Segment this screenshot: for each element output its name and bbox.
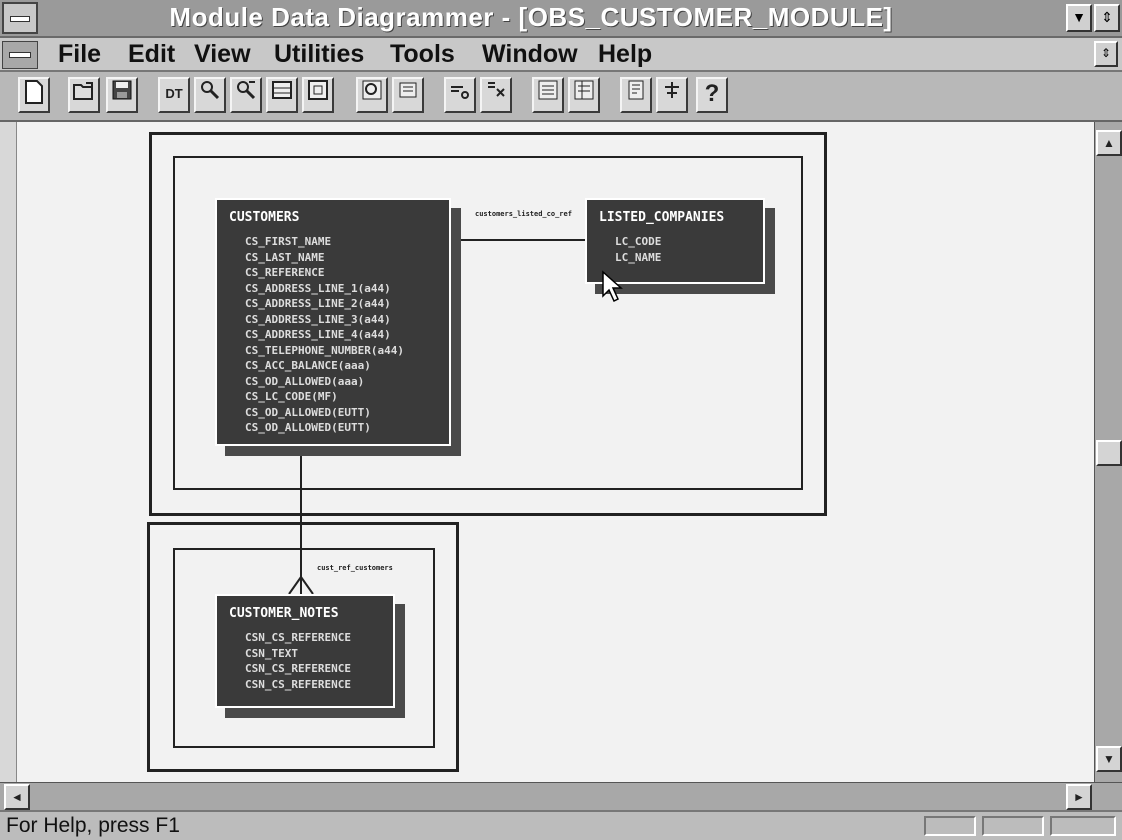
menu-help[interactable]: Help: [598, 40, 652, 69]
entity-column: CSN_TEXT: [245, 646, 298, 660]
entity-column: CS_LAST_NAME: [245, 250, 325, 264]
scroll-right-button[interactable]: ►: [1066, 784, 1092, 810]
properties-icon[interactable]: [620, 77, 652, 113]
entity-column: CS_ADDRESS_LINE_1(a44): [245, 281, 391, 295]
scroll-down-button[interactable]: ▼: [1096, 746, 1122, 772]
title-bar: Module Data Diagrammer - [OBS_CUSTOMER_M…: [0, 0, 1122, 38]
status-pane: [1050, 816, 1116, 836]
menu-tools[interactable]: Tools: [390, 40, 455, 69]
status-pane: [924, 816, 976, 836]
toolbar: DT ?: [0, 72, 1122, 122]
entity-column: CSN_CS_REFERENCE: [245, 631, 351, 644]
menu-view[interactable]: View: [194, 40, 251, 69]
vertical-scrollbar[interactable]: ▲ ▼: [1094, 122, 1122, 782]
relationship-icon[interactable]: [480, 77, 512, 113]
entity-name: CUSTOMERS: [229, 210, 300, 225]
restore-button[interactable]: ⇕: [1094, 41, 1118, 67]
entity-column: CS_ADDRESS_LINE_3(a44): [245, 312, 391, 326]
status-text: For Help, press F1: [6, 814, 180, 837]
window-title: Module Data Diagrammer - [OBS_CUSTOMER_M…: [169, 2, 893, 32]
entity-customer-notes[interactable]: CUSTOMER_NOTES CSN_CS_REFERENCE CSN_TEXT…: [215, 594, 395, 708]
document-system-menu-button[interactable]: [2, 41, 38, 69]
menu-bar: File Edit View Utilities Tools Window He…: [0, 38, 1122, 72]
relationship-lines: [288, 239, 587, 595]
new-icon[interactable]: [18, 77, 50, 113]
entity-column: CS_OD_ALLOWED(EUTT): [245, 421, 371, 434]
mouse-cursor-icon: [602, 270, 623, 303]
scroll-up-button[interactable]: ▲: [1096, 130, 1122, 156]
entity-column: CS_OD_ALLOWED(EUTT): [245, 405, 371, 419]
open-icon[interactable]: [68, 77, 100, 113]
entity-column: CS_ADDRESS_LINE_4(a44): [245, 328, 391, 341]
minimize-button[interactable]: ▼: [1066, 4, 1092, 32]
diagram-canvas[interactable]: customers_listed_co_ref cust_ref_custome…: [16, 122, 1095, 782]
zoom-out-icon[interactable]: [392, 77, 424, 113]
find-icon[interactable]: [194, 77, 226, 113]
menu-utilities[interactable]: Utilities: [274, 40, 364, 69]
link-icon[interactable]: [444, 77, 476, 113]
menu-file[interactable]: File: [58, 40, 101, 69]
grid-icon[interactable]: [266, 77, 298, 113]
columns-icon[interactable]: [568, 77, 600, 113]
status-pane: [982, 816, 1044, 836]
entity-column: CS_TELEPHONE_NUMBER(a44): [245, 343, 404, 357]
entity-customers[interactable]: CUSTOMERS CS_FIRST_NAME CS_LAST_NAME CS_…: [215, 198, 451, 446]
entity-column: CS_ADDRESS_LINE_2(a44): [245, 297, 391, 310]
entity-column: CS_REFERENCE: [245, 266, 325, 279]
horizontal-scrollbar[interactable]: ◄ ►: [0, 782, 1122, 811]
find-next-icon[interactable]: [230, 77, 262, 113]
menu-edit[interactable]: Edit: [128, 40, 175, 69]
entity-name: LISTED_COMPANIES: [599, 210, 725, 225]
table-icon[interactable]: [302, 77, 334, 113]
status-bar: For Help, press F1: [0, 810, 1122, 840]
left-gutter: [0, 122, 16, 782]
scroll-left-button[interactable]: ◄: [4, 784, 30, 810]
entity-column: CSN_CS_REFERENCE: [245, 677, 351, 691]
relationship-label: cust_ref_customers: [317, 564, 393, 572]
relationship-label: customers_listed_co_ref: [475, 210, 572, 218]
entity-name: CUSTOMER_NOTES: [229, 606, 339, 621]
vertical-scroll-thumb[interactable]: [1096, 440, 1122, 466]
dt-icon[interactable]: DT: [158, 77, 190, 113]
entity-column: CSN_CS_REFERENCE: [245, 662, 351, 675]
help-icon[interactable]: ?: [696, 77, 728, 113]
entity-column: LC_NAME: [615, 250, 662, 264]
entity-column: CS_ACC_BALANCE(aaa): [245, 359, 371, 372]
save-icon[interactable]: [106, 77, 138, 113]
entity-column: LC_CODE: [615, 235, 662, 248]
entity-column: CS_OD_ALLOWED(aaa): [245, 374, 365, 388]
list-icon[interactable]: [532, 77, 564, 113]
maximize-button[interactable]: ⇕: [1094, 4, 1120, 32]
entity-column: CS_LC_CODE(MF): [245, 390, 338, 403]
tools-icon[interactable]: [656, 77, 688, 113]
entity-column: CS_FIRST_NAME: [245, 235, 332, 248]
menu-window[interactable]: Window: [482, 40, 578, 69]
zoom-in-icon[interactable]: [356, 77, 388, 113]
